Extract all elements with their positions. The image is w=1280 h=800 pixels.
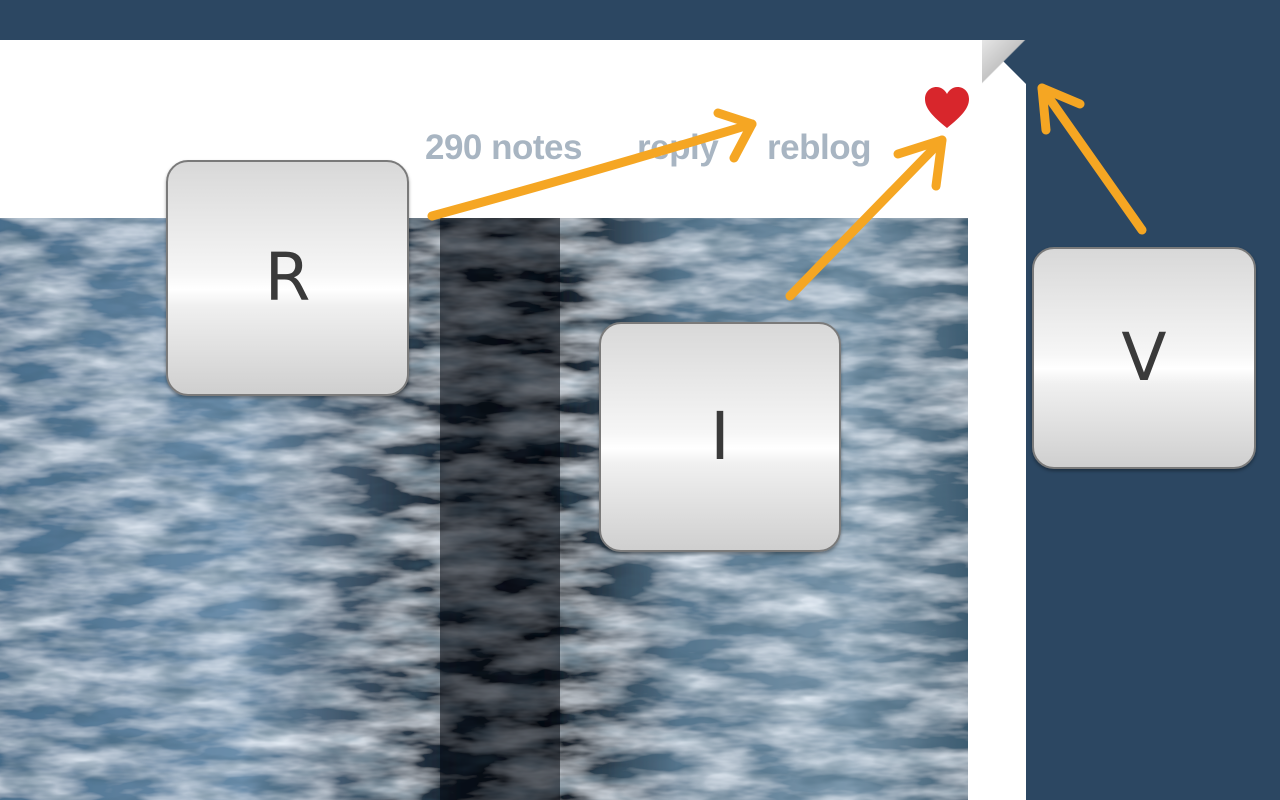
reblog-link[interactable]: reblog — [767, 125, 871, 171]
notes-count-link[interactable]: 290 notes — [425, 125, 582, 171]
key-label-i: I — [710, 398, 730, 475]
arrow-to-corner — [1037, 83, 1147, 235]
keyboard-shortcut-i-key: I — [599, 322, 841, 552]
post-card: 290 notes reply reblog — [0, 40, 1026, 800]
post-footer: 290 notes reply reblog — [0, 125, 980, 175]
screenshot-stage: 290 notes reply reblog R I V — [0, 0, 1280, 800]
reply-link[interactable]: reply — [637, 125, 719, 171]
heart-icon[interactable] — [924, 86, 970, 130]
keyboard-shortcut-r-key: R — [166, 160, 409, 396]
keyboard-shortcut-v-key: V — [1032, 247, 1256, 469]
key-label-r: R — [264, 239, 311, 316]
key-label-v: V — [1121, 319, 1167, 396]
arrow-head-corner — [1037, 83, 1085, 135]
page-curl-corner — [982, 40, 1026, 84]
